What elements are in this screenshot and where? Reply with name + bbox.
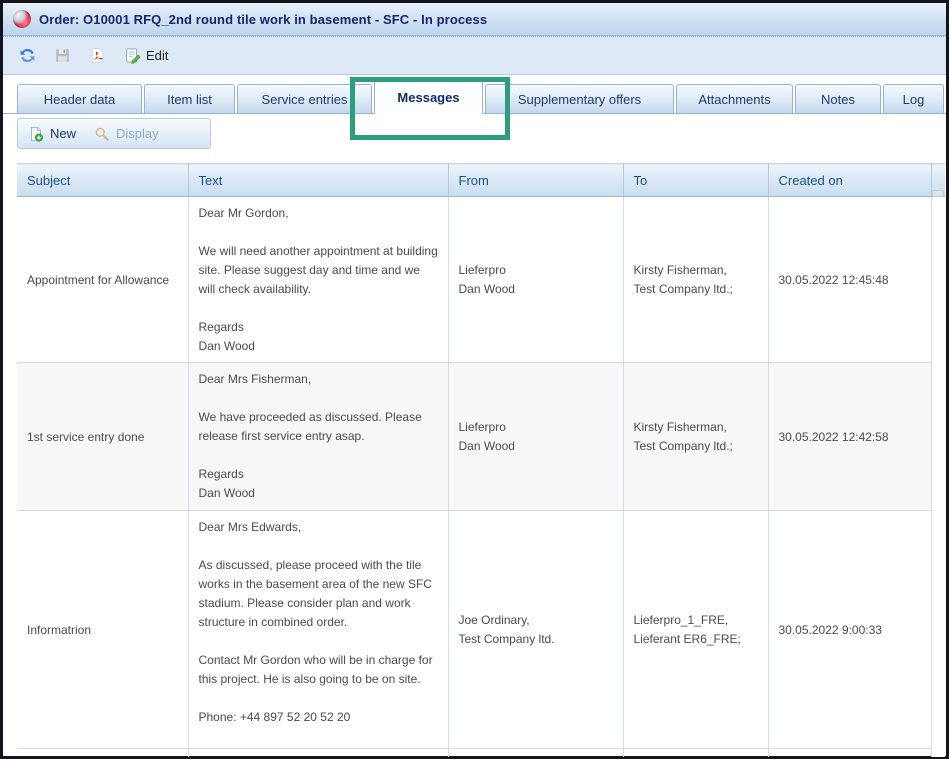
- cell-subject: 1st service entry done: [17, 363, 188, 511]
- scrollbar-thumb[interactable]: [932, 190, 944, 197]
- column-header-text[interactable]: Text: [188, 164, 448, 197]
- row-edge: [931, 363, 945, 511]
- tab-label: Notes: [821, 92, 855, 107]
- column-header-created-on[interactable]: Created on: [768, 164, 931, 197]
- tab-strip: Header data Item list Service entries Me…: [3, 75, 946, 114]
- save-button[interactable]: [52, 45, 73, 66]
- row-edge: [931, 197, 945, 363]
- empty-row: [17, 749, 945, 757]
- cell-from: Lieferpro Dan Wood: [459, 418, 615, 456]
- column-header-to[interactable]: To: [623, 164, 768, 197]
- tab-service-entries[interactable]: Service entries: [237, 84, 372, 114]
- tab-notes[interactable]: Notes: [795, 84, 881, 114]
- title-bar: Order: O10001 RFQ_2nd round tile work in…: [3, 3, 946, 36]
- display-button-label: Display: [116, 126, 159, 141]
- cell-from: Joe Ordinary, Test Company ltd.: [459, 611, 615, 649]
- tab-label: Log: [903, 92, 925, 107]
- magnifier-icon: [94, 126, 110, 142]
- edit-button-label: Edit: [146, 48, 168, 63]
- messages-table: Subject Text From To Created on Appointm…: [17, 163, 945, 757]
- cell-created-on: 30.05.2022 12:45:48: [768, 197, 931, 363]
- cell-text: Dear Mrs Fisherman, We have proceeded as…: [199, 370, 440, 503]
- cell-from: Lieferpro Dan Wood: [459, 261, 615, 299]
- tab-messages[interactable]: Messages: [374, 80, 483, 114]
- row-edge: [931, 511, 945, 749]
- tab-supplementary-offers[interactable]: Supplementary offers: [485, 84, 674, 114]
- edit-icon: [124, 47, 141, 64]
- header-edge: [931, 164, 945, 197]
- cell-subject: Appointment for Allowance: [17, 197, 188, 363]
- cell-to: Kirsty Fisherman, Test Company ltd.;: [634, 261, 760, 299]
- save-icon: [54, 47, 71, 64]
- tab-log[interactable]: Log: [883, 84, 944, 114]
- cell-created-on: 30.05.2022 12:42:58: [768, 363, 931, 511]
- message-row[interactable]: Appointment for Allowance Dear Mr Gordon…: [17, 197, 945, 363]
- tab-label: Item list: [167, 92, 212, 107]
- tab-attachments[interactable]: Attachments: [676, 84, 793, 114]
- cell-text: Dear Mr Gordon, We will need another app…: [199, 204, 440, 356]
- tab-label: Supplementary offers: [518, 92, 641, 107]
- window-title: Order: O10001 RFQ_2nd round tile work in…: [39, 12, 487, 27]
- new-message-button[interactable]: New: [28, 126, 76, 142]
- tab-item-list[interactable]: Item list: [144, 84, 235, 114]
- message-row[interactable]: 1st service entry done Dear Mrs Fisherma…: [17, 363, 945, 511]
- cell-to: Kirsty Fisherman, Test Company ltd.;: [634, 418, 760, 456]
- pdf-button[interactable]: [87, 45, 108, 66]
- messages-table-wrap: Subject Text From To Created on Appointm…: [17, 163, 945, 757]
- message-row[interactable]: Informatrion Dear Mrs Edwards, As discus…: [17, 511, 945, 749]
- refresh-button[interactable]: [17, 45, 38, 66]
- action-button-group: New Display: [17, 118, 211, 149]
- screen: Order: O10001 RFQ_2nd round tile work in…: [0, 0, 949, 759]
- edit-button[interactable]: Edit: [122, 45, 170, 66]
- tab-label: Service entries: [262, 92, 348, 107]
- pdf-icon: [89, 47, 106, 64]
- column-header-from[interactable]: From: [448, 164, 623, 197]
- tab-label: Header data: [44, 92, 116, 107]
- toolbar: Edit: [3, 36, 946, 75]
- new-button-label: New: [50, 126, 76, 141]
- cell-created-on: 30.05.2022 9:00:33: [768, 511, 931, 749]
- table-header-row: Subject Text From To Created on: [17, 164, 945, 197]
- cell-text: Dear Mrs Edwards, As discussed, please p…: [199, 518, 440, 727]
- new-document-icon: [28, 126, 44, 142]
- tab-label: Messages: [397, 90, 459, 105]
- cell-subject: Informatrion: [17, 511, 188, 749]
- order-window: Order: O10001 RFQ_2nd round tile work in…: [0, 0, 949, 759]
- refresh-icon: [19, 47, 36, 64]
- tab-header-data[interactable]: Header data: [17, 84, 142, 114]
- column-header-subject[interactable]: Subject: [17, 164, 188, 197]
- cell-to: Lieferpro_1_FRE, Lieferant ER6_FRE;: [634, 611, 760, 649]
- tab-label: Attachments: [698, 92, 770, 107]
- message-action-bar: New Display: [3, 114, 946, 150]
- app-sphere-icon: [13, 10, 31, 28]
- display-message-button[interactable]: Display: [94, 126, 159, 142]
